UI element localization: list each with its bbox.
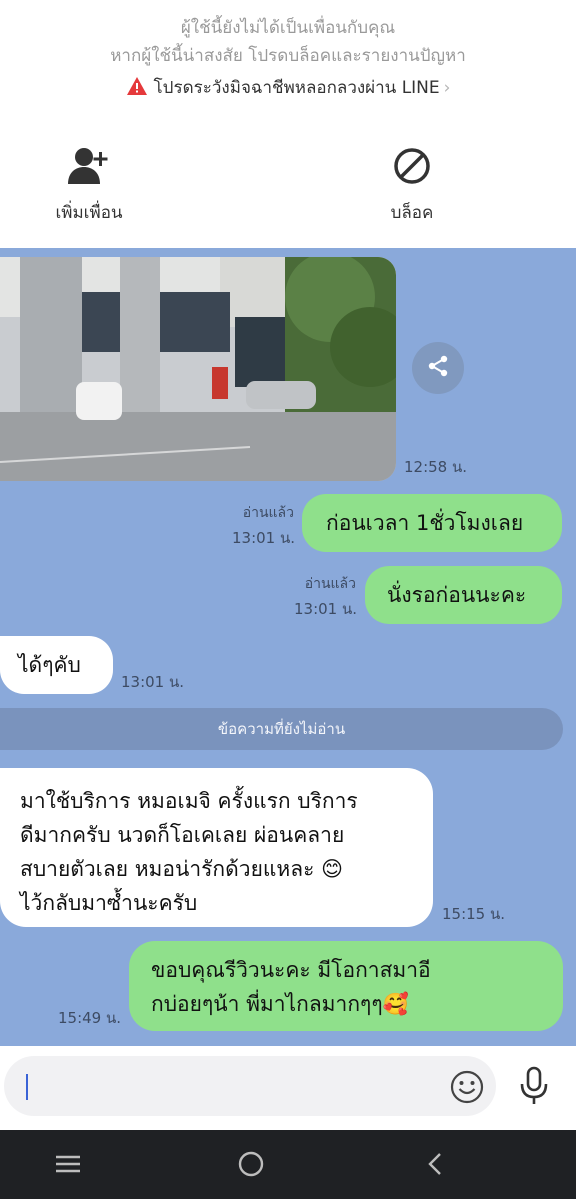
share-button[interactable] xyxy=(412,342,464,394)
friend-warning-panel: ผู้ใช้นี้ยังไม่ได้เป็นเพื่อนกับคุณ หากผู… xyxy=(0,0,576,248)
report-notice: หากผู้ใช้นี้น่าสงสัย โปรดบล็อคและรายงานป… xyxy=(110,46,466,66)
chat-area[interactable]: 12:58 น. อ่านแล้ว 13:01 น. ก่อนเวลา 1ชั่… xyxy=(0,248,576,1046)
message-input[interactable] xyxy=(4,1056,496,1116)
message-timestamp: 15:15 น. xyxy=(442,905,506,923)
add-friend-button[interactable]: เพิ่มเพื่อน xyxy=(29,145,149,226)
message-bubble-outgoing[interactable]: นั่งรอก่อนนะคะ xyxy=(365,566,562,624)
chevron-right-icon: › xyxy=(443,78,451,98)
block-label: บล็อค xyxy=(390,203,434,223)
unread-divider: ข้อความที่ยังไม่อ่าน xyxy=(0,708,563,750)
photo-timestamp: 12:58 น. xyxy=(404,458,468,476)
share-icon xyxy=(426,354,450,382)
recents-icon[interactable] xyxy=(54,1150,82,1182)
message-input-bar xyxy=(0,1046,576,1130)
read-receipt: อ่านแล้ว xyxy=(242,505,294,521)
message-timestamp: 13:01 น. xyxy=(232,529,296,547)
home-icon[interactable] xyxy=(237,1150,265,1182)
message-timestamp: 13:01 น. xyxy=(121,673,185,691)
message-timestamp: 15:49 น. xyxy=(58,1009,122,1027)
message-bubble-outgoing[interactable]: ขอบคุณรีวิวนะคะ มีโอกาสมาอี กบ่อยๆน้า พี… xyxy=(129,941,563,1031)
text-caret xyxy=(26,1074,28,1100)
message-timestamp: 13:01 น. xyxy=(294,600,358,618)
message-bubble-incoming[interactable]: ได้ๆคับ xyxy=(0,636,113,694)
alert-triangle-icon xyxy=(126,76,148,101)
add-friend-icon xyxy=(29,145,149,187)
block-icon xyxy=(352,145,472,187)
message-line: กบ่อยๆน้า พี่มาไกลมากๆๆ🥰 xyxy=(151,992,409,1016)
message-line: ไว้กลับมาซ้ำนะครับ xyxy=(20,891,198,915)
read-receipt: อ่านแล้ว xyxy=(304,576,356,592)
scam-warning-link[interactable]: โปรดระวังมิจฉาชีพหลอกลวงผ่าน LINE › xyxy=(0,74,576,101)
message-line: ขอบคุณรีวิวนะคะ มีโอกาสมาอี xyxy=(151,958,431,982)
system-navigation-bar xyxy=(0,1130,576,1199)
message-line: ดีมากครับ นวดก็โอเคเลย ผ่อนคลาย xyxy=(20,823,345,847)
message-bubble-incoming[interactable]: มาใช้บริการ หมอเมจิ ครั้งแรก บริการ ดีมา… xyxy=(0,768,433,927)
emoji-icon[interactable] xyxy=(449,1069,485,1109)
shared-photo[interactable] xyxy=(0,257,396,481)
not-friend-notice: ผู้ใช้นี้ยังไม่ได้เป็นเพื่อนกับคุณ xyxy=(180,18,396,38)
mic-icon[interactable] xyxy=(518,1066,550,1110)
add-friend-label: เพิ่มเพื่อน xyxy=(55,203,123,223)
back-icon[interactable] xyxy=(422,1150,450,1182)
message-line: สบายตัวเลย หมอน่ารักด้วยแหละ 😊 xyxy=(20,857,343,881)
block-button[interactable]: บล็อค xyxy=(352,145,472,226)
scam-warning-text: โปรดระวังมิจฉาชีพหลอกลวงผ่าน LINE xyxy=(153,78,440,98)
message-bubble-outgoing[interactable]: ก่อนเวลา 1ชั่วโมงเลย xyxy=(302,494,562,552)
message-line: มาใช้บริการ หมอเมจิ ครั้งแรก บริการ xyxy=(20,789,358,813)
